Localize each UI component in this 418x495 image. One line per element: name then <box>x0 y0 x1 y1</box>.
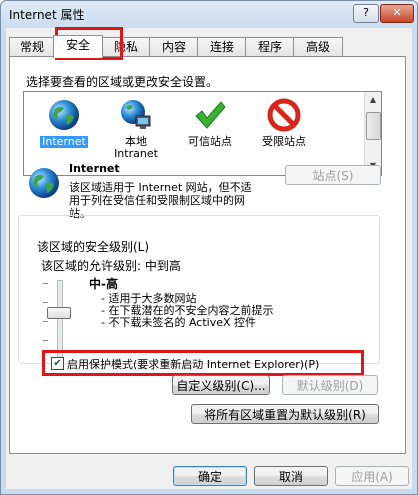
zone-prompt: 选择要查看的区域或更改安全设置。 <box>26 75 219 89</box>
selected-zone-globe-icon <box>27 166 61 200</box>
close-button[interactable]: ✕ <box>380 4 414 23</box>
zone-heading: Internet <box>69 162 120 175</box>
slider-track[interactable] <box>57 280 63 360</box>
zone-internet-label: Internet <box>40 135 88 148</box>
allowed-levels-text: 该区域的允许级别: 中到高 <box>41 259 181 273</box>
title-bar[interactable]: Internet 属性 ? ✕ <box>1 1 417 27</box>
slider-tick <box>43 340 48 341</box>
zone-trusted-label: 可信站点 <box>188 135 232 148</box>
zone-restricted-sites[interactable]: 受限站点 <box>248 98 320 148</box>
zone-trusted-sites[interactable]: 可信站点 <box>174 98 246 148</box>
window-title: Internet 属性 <box>9 8 85 22</box>
tab-content[interactable]: 内容 <box>149 37 199 57</box>
default-level-button[interactable]: 默认级别(D) <box>282 375 378 395</box>
slider-tick <box>43 321 48 322</box>
globe-icon <box>47 98 81 132</box>
internet-properties-dialog: Internet 属性 ? ✕ 常规 安全 隐私 内容 连接 程序 高级 选择要… <box>0 0 418 495</box>
no-entry-icon <box>267 98 301 132</box>
tab-connections[interactable]: 连接 <box>197 37 247 57</box>
security-level-group-title: 该区域的安全级别(L) <box>35 238 152 255</box>
checkmark-icon <box>193 98 227 132</box>
protected-mode-label[interactable]: 启用保护模式(要求重新启动 Internet Explorer)(P) <box>67 356 319 372</box>
zone-intranet-label: 本地 Intranet <box>114 135 158 160</box>
reset-all-zones-button[interactable]: 将所有区域重置为默认级别(R) <box>191 404 379 424</box>
custom-level-button[interactable]: 自定义级别(C)... <box>172 375 270 395</box>
ok-button[interactable]: 确定 <box>173 466 247 486</box>
tab-strip: 常规 安全 隐私 内容 连接 程序 高级 <box>9 35 409 58</box>
level-description-list: - 适用于大多数网站 - 在下载潜在的不安全内容之前提示 - 不下载未签名的 A… <box>101 293 273 329</box>
tab-privacy[interactable]: 隐私 <box>101 37 151 57</box>
tab-programs[interactable]: 程序 <box>245 37 295 57</box>
apply-button[interactable]: 应用(A) <box>335 466 409 486</box>
sites-button[interactable]: 站点(S) <box>285 165 381 185</box>
slider-thumb[interactable] <box>47 307 71 319</box>
zone-list-scrollbar[interactable]: ▲ ▼ <box>364 92 381 175</box>
help-button[interactable]: ? <box>353 4 379 23</box>
zone-internet[interactable]: Internet <box>28 98 100 148</box>
slider-tick <box>43 283 48 284</box>
zone-restricted-label: 受限站点 <box>262 135 306 148</box>
level-bullet: - 不下载未签名的 ActiveX 控件 <box>101 316 257 329</box>
protected-mode-checkbox[interactable]: ✔ <box>51 357 64 370</box>
scroll-up-arrow-icon[interactable]: ▲ <box>365 92 381 108</box>
cancel-button[interactable]: 取消 <box>254 466 328 486</box>
intranet-globe-icon <box>119 98 153 132</box>
level-name: 中-高 <box>89 277 118 291</box>
zone-local-intranet[interactable]: 本地 Intranet <box>100 98 172 160</box>
tab-general[interactable]: 常规 <box>9 37 55 57</box>
slider-tick <box>43 302 48 303</box>
tab-security[interactable]: 安全 <box>53 35 103 58</box>
scroll-thumb[interactable] <box>366 112 381 140</box>
tab-advanced[interactable]: 高级 <box>293 37 343 57</box>
